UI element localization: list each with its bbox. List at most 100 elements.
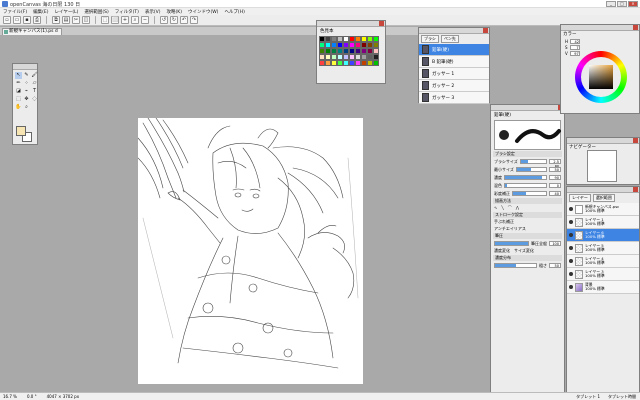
eraser-tool-icon[interactable]: ▱ [31, 80, 38, 87]
navigator-titlebar[interactable] [567, 138, 639, 144]
redo-icon[interactable]: ↷ [190, 16, 198, 24]
navigator-preview[interactable] [587, 150, 617, 182]
blend-value[interactable]: 0 [549, 183, 561, 188]
close-icon[interactable] [633, 25, 638, 30]
undo-icon[interactable]: ↶ [180, 16, 188, 24]
open-icon[interactable]: ▭ [13, 16, 21, 24]
layer-row[interactable]: レイヤー 4 100% 標準 [567, 255, 639, 268]
brush-item[interactable]: B 鉛筆(硬) [419, 56, 489, 68]
close-button[interactable]: × [628, 1, 638, 7]
zoom-out-icon[interactable]: − [141, 16, 149, 24]
brush-size-value[interactable]: 2.5 px [549, 159, 561, 168]
antialias-checkbox[interactable]: アンチエイリアス [494, 226, 526, 232]
min-size-value[interactable]: 50 [549, 167, 561, 172]
close-icon[interactable] [633, 187, 638, 192]
brush-item[interactable]: 鉛筆(硬) [419, 44, 489, 56]
texture-value[interactable]: 50 [549, 263, 561, 268]
visibility-eye-icon[interactable] [569, 246, 573, 250]
saturation-value[interactable]: 40 [549, 191, 561, 196]
document-tab[interactable]: 新規キャンバス(1).ps d [2, 28, 62, 35]
density-value[interactable]: 90 [549, 175, 561, 180]
blend-slider[interactable] [504, 183, 547, 188]
eyedropper-tool-icon[interactable]: ⌁ [23, 88, 30, 95]
pressure-value[interactable]: 100 [549, 241, 561, 246]
bucket-tool-icon[interactable]: ◪ [15, 88, 22, 95]
color-wheel[interactable] [575, 51, 627, 103]
swatch-panel-titlebar[interactable] [317, 21, 385, 27]
cut-icon[interactable]: ✂ [72, 16, 80, 24]
layer-row[interactable]: 新規キャンバス.psc 100% 標準 [567, 203, 639, 216]
pressure-curve[interactable] [494, 241, 529, 246]
pen-tool-icon[interactable]: ✎ [23, 72, 30, 79]
lasso-tool-icon[interactable]: ◌ [31, 96, 38, 103]
color-panel-titlebar[interactable] [561, 25, 639, 31]
layer-row[interactable]: レイヤー 3 100% 標準 [567, 268, 639, 281]
maximize-button[interactable]: □ [617, 1, 627, 7]
tab-layers[interactable]: レイヤー [569, 194, 591, 202]
draw-line-icon[interactable]: ╲ [501, 205, 503, 211]
menu-layer[interactable]: レイヤー(L) [54, 9, 78, 15]
tab-brush[interactable]: ブラシ [421, 35, 439, 43]
min-size-slider[interactable] [515, 167, 547, 172]
print-icon[interactable]: ⎙ [33, 16, 41, 24]
text-tool-icon[interactable]: T [31, 88, 38, 95]
move-tool-icon[interactable]: ✥ [23, 96, 30, 103]
brush-tool-icon[interactable]: 🖌 [31, 72, 38, 79]
zoom-tool-icon[interactable]: ⌕ [23, 104, 30, 111]
menu-view[interactable]: 表示(V) [145, 9, 161, 15]
menu-file[interactable]: ファイル(F) [3, 9, 27, 15]
layer-row[interactable]: レイヤー 1 100% 標準 [567, 216, 639, 229]
saturation-slider[interactable] [512, 191, 547, 196]
select-icon[interactable]: ⬚ [101, 16, 109, 24]
brush-settings-titlebar[interactable] [491, 105, 564, 111]
layers-titlebar[interactable] [567, 187, 639, 193]
tool-palette-titlebar[interactable] [13, 64, 37, 70]
close-icon[interactable] [483, 28, 488, 33]
menu-help[interactable]: ヘルプ(H) [224, 9, 244, 15]
foreground-color-swatch[interactable] [16, 126, 26, 136]
stabilizer-option[interactable]: 手ぶれ補正 [494, 219, 514, 225]
menu-guide[interactable]: 攻略(K) [167, 9, 182, 15]
save-icon[interactable]: ▪ [23, 16, 31, 24]
visibility-eye-icon[interactable] [569, 233, 573, 237]
zoom-icon[interactable]: ⌕ [131, 16, 139, 24]
visibility-eye-icon[interactable] [569, 285, 573, 289]
pointer-tool-icon[interactable]: ↖ [15, 72, 22, 79]
pencil-tool-icon[interactable]: ✏ [15, 80, 22, 87]
draw-curve-icon[interactable]: ⌒ [508, 205, 512, 211]
layer-row[interactable]: 背景 100% 標準 [567, 281, 639, 294]
menu-selection[interactable]: 選択範囲(S) [84, 9, 108, 15]
menu-edit[interactable]: 編集(E) [33, 9, 48, 15]
visibility-eye-icon[interactable] [569, 207, 573, 211]
brush-item[interactable]: ガッサー 1 [419, 68, 489, 80]
brush-item[interactable]: ガッサー 2 [419, 80, 489, 92]
clear-icon[interactable]: ◫ [82, 16, 90, 24]
density-change-checkbox[interactable]: 濃度変化 [494, 248, 510, 254]
paste-icon[interactable]: ▤ [62, 16, 70, 24]
brush-item[interactable]: ガッサー 3 [419, 92, 489, 104]
airbrush-tool-icon[interactable]: ⁘ [23, 80, 30, 87]
draw-polyline-icon[interactable]: ⋀ [516, 205, 519, 211]
close-icon[interactable] [379, 21, 384, 26]
layer-row[interactable]: レイヤー 6 100% 標準 [567, 229, 639, 242]
hand-tool-icon[interactable]: ✋ [15, 104, 22, 111]
texture-slider[interactable] [494, 263, 537, 268]
saturation-input[interactable]: 7 [569, 45, 580, 50]
new-file-icon[interactable]: ▫ [3, 16, 11, 24]
menu-window[interactable]: ウインドウ(W) [188, 9, 218, 15]
saturation-value-square[interactable] [589, 65, 613, 89]
copy-icon[interactable]: ⧉ [52, 16, 60, 24]
visibility-eye-icon[interactable] [569, 259, 573, 263]
visibility-eye-icon[interactable] [569, 272, 573, 276]
value-input[interactable]: 97 [569, 51, 580, 56]
tab-selection[interactable]: 選択範囲 [592, 194, 615, 202]
brush-panel-titlebar[interactable] [419, 28, 489, 34]
minimize-button[interactable]: _ [606, 1, 616, 7]
marquee-tool-icon[interactable]: ⬚ [15, 96, 22, 103]
menu-filter[interactable]: フィルタ(T) [115, 9, 139, 15]
density-slider[interactable] [504, 175, 547, 180]
size-change-checkbox[interactable]: サイズ変化 [514, 248, 534, 254]
color-swatch[interactable] [373, 60, 379, 66]
close-icon[interactable] [633, 138, 638, 143]
rotate-left-icon[interactable]: ↺ [160, 16, 168, 24]
